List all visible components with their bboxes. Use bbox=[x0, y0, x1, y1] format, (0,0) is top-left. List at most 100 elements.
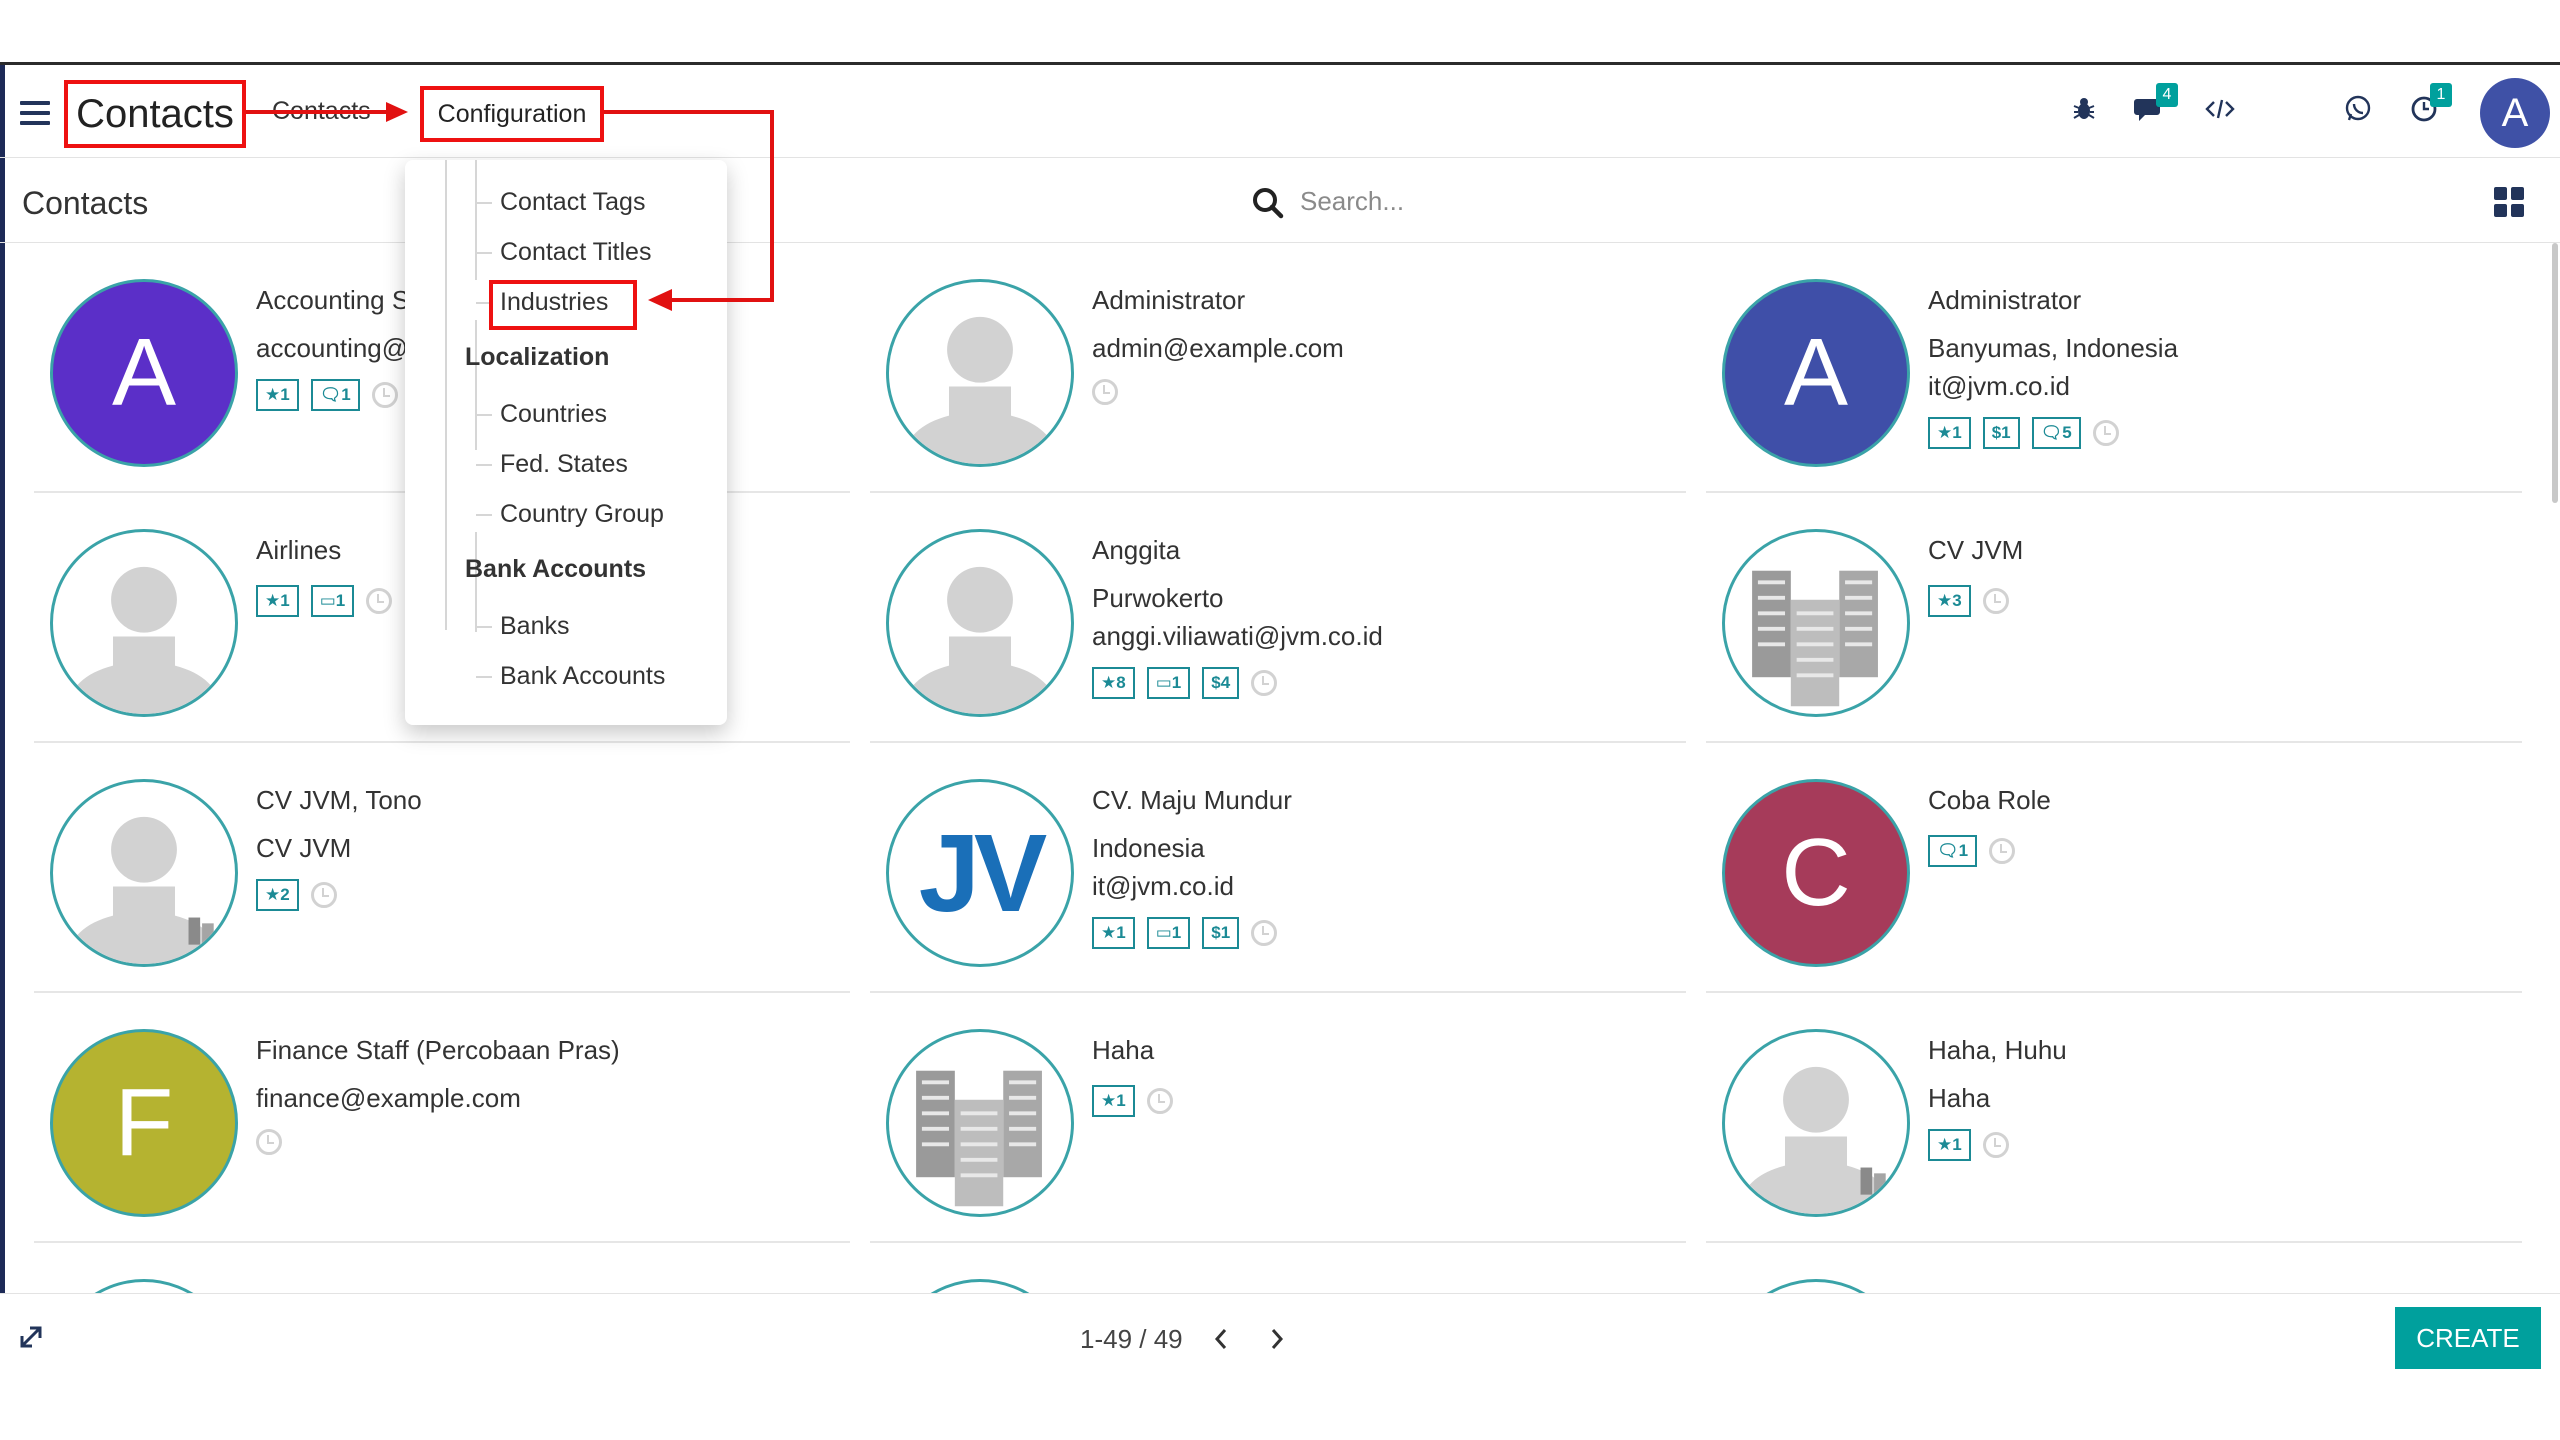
menu-item-contact-titles[interactable]: Contact Titles bbox=[475, 238, 651, 267]
activity-clock-icon[interactable] bbox=[256, 1129, 282, 1155]
activity-clock-icon[interactable] bbox=[1092, 379, 1118, 405]
control-panel: Contacts bbox=[0, 159, 2560, 243]
activities-clock-icon[interactable]: 1 bbox=[2406, 83, 2452, 127]
person-silhouette-icon bbox=[898, 566, 1062, 714]
tag-badge[interactable]: ★1 bbox=[1928, 417, 1971, 449]
contact-name: Administrator bbox=[1928, 285, 2082, 315]
contact-card[interactable]: CV JVM ★3 bbox=[1706, 493, 2522, 743]
tag-badge[interactable]: ★1 bbox=[256, 585, 299, 617]
menu-item-countries[interactable]: Countries bbox=[476, 400, 607, 429]
scrollbar[interactable] bbox=[2552, 243, 2558, 503]
tag-badge[interactable]: 🗨1 bbox=[1928, 835, 1978, 867]
tag-badge[interactable]: ★2 bbox=[256, 879, 299, 911]
menu-item-country-group[interactable]: Country Group bbox=[476, 500, 664, 529]
tag-badge[interactable]: ★1 bbox=[1092, 917, 1135, 949]
tag-badge[interactable]: ★3 bbox=[1928, 585, 1971, 617]
contact-avatar-partial bbox=[886, 1279, 1074, 1293]
contact-email: anggi.viliawati@jvm.co.id bbox=[1092, 621, 1383, 651]
contact-card-partial[interactable] bbox=[34, 1243, 850, 1293]
activity-clock-icon[interactable] bbox=[1251, 920, 1278, 946]
tag-badge[interactable]: ▭1 bbox=[310, 585, 355, 617]
menu-item-contact-tags[interactable]: Contact Tags bbox=[475, 188, 645, 217]
debug-bug-icon[interactable] bbox=[2066, 91, 2102, 127]
tag-badge[interactable]: $4 bbox=[1202, 667, 1240, 699]
page-title: Contacts bbox=[22, 185, 149, 221]
contact-card-partial[interactable] bbox=[870, 1243, 1686, 1293]
tree-line bbox=[475, 320, 477, 450]
activity-clock-icon[interactable] bbox=[1989, 838, 2016, 864]
tag-badge[interactable]: $1 bbox=[1202, 917, 1240, 949]
contact-location: Banyumas, Indonesia bbox=[1928, 333, 2179, 363]
search-icon bbox=[1253, 188, 1284, 219]
contact-name: CV JVM bbox=[1928, 535, 2024, 565]
person-silhouette-icon bbox=[62, 816, 226, 964]
industries-highlight bbox=[489, 280, 637, 330]
contact-card[interactable]: Haha ★1 bbox=[870, 993, 1686, 1243]
whatsapp-icon[interactable] bbox=[2340, 91, 2376, 127]
tag-badge[interactable]: $1 bbox=[1982, 417, 2020, 449]
contact-avatar: A bbox=[1722, 279, 1910, 467]
create-button[interactable]: CREATE bbox=[2395, 1307, 2541, 1369]
apps-menu-icon[interactable] bbox=[20, 101, 50, 125]
configuration-dropdown: Contact Tags Contact Titles Industries L… bbox=[405, 160, 727, 725]
tag-badge[interactable]: ★1 bbox=[1092, 1085, 1135, 1117]
contact-card-partial[interactable] bbox=[1706, 1243, 2522, 1293]
activity-clock-icon[interactable] bbox=[310, 882, 337, 908]
contact-email: it@jvm.co.id bbox=[1092, 871, 1234, 901]
contact-card[interactable]: CV JVM, Tono CV JVM ★2 bbox=[34, 743, 850, 993]
menu-item-fed-states[interactable]: Fed. States bbox=[476, 450, 628, 479]
messages-icon[interactable]: 4 bbox=[2132, 83, 2178, 127]
chevron-left-icon[interactable] bbox=[1206, 1322, 1236, 1356]
user-avatar[interactable]: A bbox=[2480, 78, 2550, 148]
company-avatar bbox=[886, 1029, 1074, 1217]
odoo-window: Contacts Contacts Configuration 4 1 A Co… bbox=[0, 62, 2560, 1383]
activity-clock-icon[interactable] bbox=[1982, 588, 2009, 614]
activity-clock-icon[interactable] bbox=[1251, 670, 1278, 696]
contact-name: Haha, Huhu bbox=[1928, 1035, 2067, 1065]
menu-configuration[interactable]: Configuration bbox=[420, 86, 604, 142]
activity-clock-icon[interactable] bbox=[1146, 1088, 1173, 1114]
tag-badge[interactable]: ★8 bbox=[1092, 667, 1135, 699]
contact-card[interactable]: C Coba Role 🗨1 bbox=[1706, 743, 2522, 993]
contact-name: Anggita bbox=[1092, 535, 1181, 565]
contact-email: finance@example.com bbox=[256, 1083, 521, 1113]
chevron-right-icon[interactable] bbox=[1262, 1322, 1292, 1356]
activity-clock-icon[interactable] bbox=[1982, 1132, 2009, 1158]
activity-clock-icon[interactable] bbox=[2092, 420, 2119, 446]
contact-card[interactable]: Administrator admin@example.com bbox=[870, 243, 1686, 493]
menu-section-bank-accounts: Bank Accounts bbox=[465, 555, 647, 583]
search-input[interactable] bbox=[1300, 181, 2000, 221]
company-logo: JV bbox=[918, 811, 1048, 935]
contact-card[interactable]: Anggita Purwokerto anggi.viliawati@jvm.c… bbox=[870, 493, 1686, 743]
pager-value[interactable]: 1-49 / 49 bbox=[1080, 1324, 1183, 1355]
contact-name: CV. Maju Mundur bbox=[1092, 785, 1292, 815]
contact-card[interactable]: A Administrator Banyumas, Indonesia it@j… bbox=[1706, 243, 2522, 493]
contact-card[interactable]: F Finance Staff (Percobaan Pras) finance… bbox=[34, 993, 850, 1243]
tag-badge[interactable]: ★1 bbox=[256, 379, 299, 411]
menu-item-bank-accounts[interactable]: Bank Accounts bbox=[475, 662, 665, 691]
tree-line bbox=[445, 160, 447, 630]
tag-badge[interactable]: 🗨5 bbox=[2031, 417, 2081, 449]
tag-badge[interactable]: ★1 bbox=[1928, 1129, 1971, 1161]
expand-icon[interactable] bbox=[18, 1324, 44, 1350]
contact-email: admin@example.com bbox=[1092, 333, 1344, 363]
tag-badge[interactable]: ▭1 bbox=[1146, 917, 1191, 949]
contact-card[interactable]: JV CV. Maju Mundur Indonesia it@jvm.co.i… bbox=[870, 743, 1686, 993]
menu-contacts[interactable]: Contacts bbox=[272, 97, 371, 126]
menu-item-banks[interactable]: Banks bbox=[475, 612, 569, 641]
tree-line bbox=[475, 160, 477, 280]
window-edge bbox=[0, 65, 5, 1380]
activity-clock-icon[interactable] bbox=[366, 588, 393, 614]
contact-email: it@jvm.co.id bbox=[1928, 371, 2070, 401]
kanban-view-icon[interactable] bbox=[2494, 187, 2524, 217]
contact-name: Coba Role bbox=[1928, 785, 2051, 815]
activities-count-badge: 1 bbox=[2430, 83, 2452, 107]
contact-card[interactable]: Haha, Huhu Haha ★1 bbox=[1706, 993, 2522, 1243]
tag-badge[interactable]: 🗨1 bbox=[310, 379, 360, 411]
app-title[interactable]: Contacts bbox=[64, 80, 246, 148]
company-avatar bbox=[1722, 529, 1910, 717]
activity-clock-icon[interactable] bbox=[371, 382, 398, 408]
code-icon[interactable] bbox=[2202, 91, 2238, 127]
tag-badge[interactable]: ▭1 bbox=[1146, 667, 1191, 699]
building-icon bbox=[1752, 570, 1878, 707]
